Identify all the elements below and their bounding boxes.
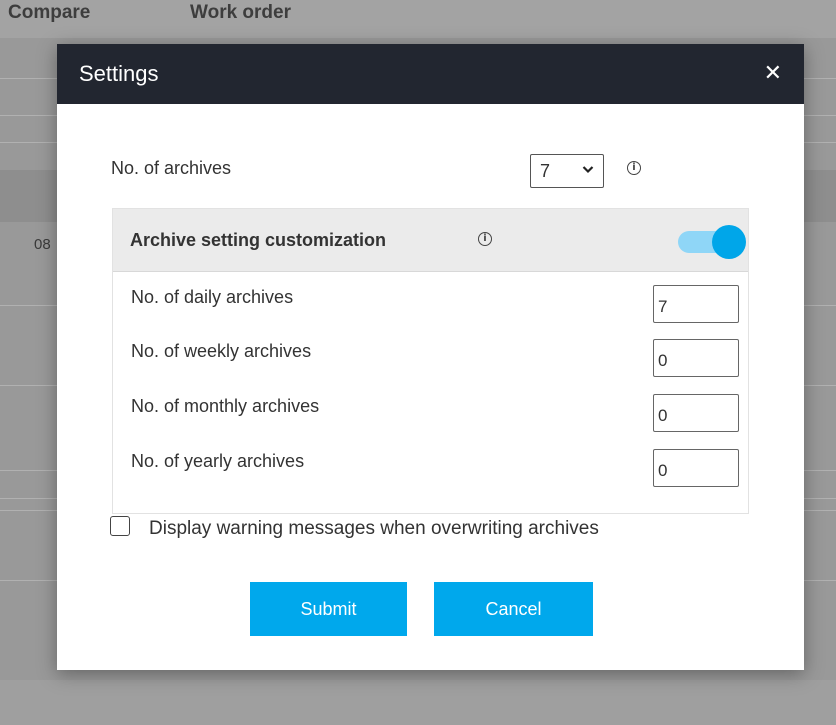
customization-title: Archive setting customization [130,230,387,250]
daily-archives-row: No. of daily archives [131,285,739,325]
monthly-archives-row: No. of monthly archives [131,394,739,434]
monthly-archives-label: No. of monthly archives [131,396,320,416]
warning-checkbox-label: Display warning messages when overwritin… [149,518,599,539]
info-icon[interactable]: i [627,161,641,175]
weekly-archives-input[interactable] [653,339,739,377]
archives-row: No. of archives 7 i [111,154,711,188]
settings-dialog: Settings ✕ No. of archives 7 i Archive s… [57,44,804,670]
close-icon[interactable]: ✕ [764,63,782,85]
archives-select-value: 7 [540,160,551,181]
daily-archives-label: No. of daily archives [131,287,294,307]
monthly-archives-input[interactable] [653,394,739,432]
yearly-archives-label: No. of yearly archives [131,451,305,471]
background-table-header: Compare Work order [0,0,836,38]
background-column-work-order: Work order [190,2,292,23]
weekly-archives-label: No. of weekly archives [131,341,312,361]
background-cell: 08 [34,236,51,253]
background-band [0,680,836,725]
archives-select[interactable]: 7 [530,154,604,188]
info-icon[interactable]: i [478,232,492,246]
dialog-header: Settings ✕ [57,44,804,104]
archives-label: No. of archives [111,158,232,178]
customization-panel: Archive setting customization i No. of d… [112,208,749,514]
chevron-down-icon [582,166,594,174]
weekly-archives-row: No. of weekly archives [131,339,739,379]
yearly-archives-row: No. of yearly archives [131,449,739,489]
customization-toggle[interactable] [678,224,746,259]
dialog-title: Settings [79,61,159,86]
submit-button[interactable]: Submit [250,582,407,636]
cancel-button[interactable]: Cancel [434,582,593,636]
daily-archives-input[interactable] [653,285,739,323]
customization-header: Archive setting customization i [113,209,748,272]
warning-checkbox[interactable] [110,516,130,536]
warning-checkbox-row: Display warning messages when overwritin… [110,515,750,541]
background-column-compare: Compare [8,2,91,23]
yearly-archives-input[interactable] [653,449,739,487]
toggle-knob [712,225,746,259]
